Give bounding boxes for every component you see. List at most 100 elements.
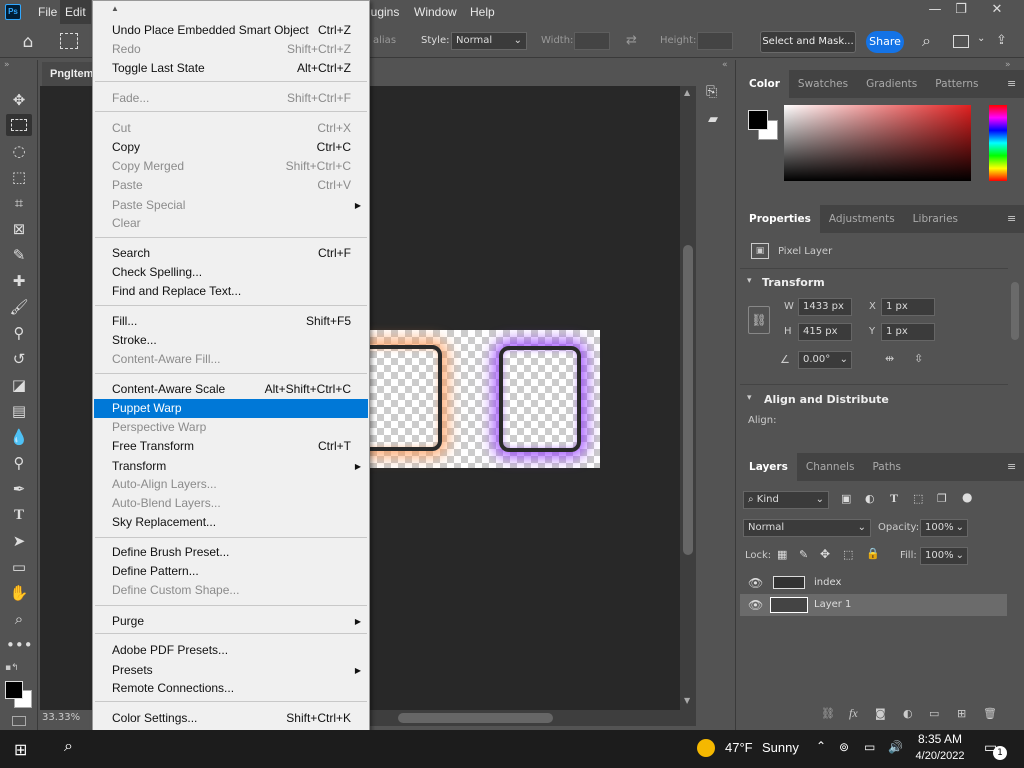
menu-item-content-aware-scale[interactable]: Content-Aware Scale Alt+Shift+Ctrl+C — [94, 380, 368, 399]
menu-item-check-spelling[interactable]: Check Spelling... — [94, 263, 368, 282]
menu-item-fade[interactable]: Fade... Shift+Ctrl+F — [94, 89, 368, 108]
menu-item-define-brush-preset[interactable]: Define Brush Preset... — [94, 543, 368, 562]
x-field[interactable]: 1 px — [881, 298, 935, 316]
menu-item-clear[interactable]: Clear — [94, 214, 368, 233]
tab-adjustments[interactable]: Adjustments — [820, 205, 904, 233]
windows-start-icon[interactable]: ⊞ — [14, 740, 27, 760]
type-tool-icon[interactable]: T — [6, 504, 32, 526]
vertical-scroll-thumb[interactable] — [683, 245, 693, 555]
path-selection-tool-icon[interactable]: ➤ — [6, 530, 32, 552]
eraser-tool-icon[interactable]: ◪ — [6, 374, 32, 396]
weather-temperature[interactable]: 47°F — [725, 740, 753, 755]
tab-properties[interactable]: Properties — [740, 205, 820, 233]
dodge-tool-icon[interactable]: ⚲ — [6, 452, 32, 474]
link-layers-icon[interactable]: ⛓ — [821, 707, 835, 720]
menu-item-paste-special[interactable]: Paste Special ▶ — [94, 196, 368, 215]
weather-description[interactable]: Sunny — [762, 740, 799, 755]
menu-item-free-transform[interactable]: Free Transform Ctrl+T — [94, 437, 368, 456]
properties-menu-icon[interactable]: ≡ — [1007, 212, 1016, 225]
menu-item-search[interactable]: Search Ctrl+F — [94, 244, 368, 263]
marquee-preset-icon[interactable] — [60, 33, 78, 49]
select-and-mask-button[interactable]: Select and Mask... — [760, 31, 856, 53]
workspace-chevron-icon[interactable]: ⌄ — [977, 33, 985, 44]
hue-slider[interactable] — [989, 105, 1007, 181]
filter-type-icon[interactable]: T — [890, 491, 898, 506]
blend-mode-select[interactable]: Normal ⌄ — [743, 519, 871, 537]
chevron-down-icon[interactable]: ▾ — [747, 276, 752, 286]
collapse-strip-icon[interactable]: « — [722, 60, 728, 70]
menu-item-content-aware-fill[interactable]: Content-Aware Fill... — [94, 350, 368, 369]
link-icon[interactable]: ⛓ — [748, 306, 770, 334]
marquee-tool-icon[interactable] — [6, 114, 32, 136]
flip-horizontal-icon[interactable]: ⇹ — [885, 352, 894, 365]
clone-stamp-tool-icon[interactable]: ⚲ — [6, 322, 32, 344]
tab-paths[interactable]: Paths — [863, 453, 910, 481]
object-selection-tool-icon[interactable]: ⬚ — [6, 166, 32, 188]
menu-scroll-up-icon[interactable]: ▲ — [111, 4, 119, 13]
chevron-up-icon[interactable]: ⌃ — [816, 739, 826, 753]
lock-all-icon[interactable]: 🔒 — [866, 547, 880, 560]
scroll-up-icon[interactable]: ▲ — [684, 88, 690, 97]
color-picker-field[interactable] — [784, 105, 971, 181]
restore-icon[interactable]: ❐ — [944, 0, 978, 22]
lasso-tool-icon[interactable]: ◌ — [6, 140, 32, 162]
foreground-color-swatch[interactable] — [5, 681, 23, 699]
menu-item-color-settings[interactable]: Color Settings... Shift+Ctrl+K — [94, 709, 368, 728]
menu-item-toggle-last-state[interactable]: Toggle Last State Alt+Ctrl+Z — [94, 59, 368, 78]
pen-tool-icon[interactable]: ✒ — [6, 478, 32, 500]
comments-panel-icon[interactable]: ▰ — [708, 112, 718, 127]
menu-item-find-and-replace-text[interactable]: Find and Replace Text... — [94, 282, 368, 301]
menu-item-define-pattern[interactable]: Define Pattern... — [94, 562, 368, 581]
menu-item-presets[interactable]: Presets ▶ — [94, 661, 368, 680]
menu-item-paste[interactable]: Paste Ctrl+V — [94, 176, 368, 195]
layers-menu-icon[interactable]: ≡ — [1007, 460, 1016, 473]
fx-icon[interactable]: fx — [849, 706, 858, 721]
flip-vertical-icon[interactable]: ⇳ — [914, 352, 923, 365]
tab-gradients[interactable]: Gradients — [857, 70, 926, 98]
menu-edit[interactable]: Edit — [60, 0, 91, 24]
filter-pixel-icon[interactable]: ▣ — [841, 492, 851, 505]
layer-row-index[interactable]: 👁 index — [740, 572, 1007, 594]
menu-item-cut[interactable]: Cut Ctrl+X — [94, 119, 368, 138]
menu-item-fill[interactable]: Fill... Shift+F5 — [94, 312, 368, 331]
menu-item-remote-connections[interactable]: Remote Connections... — [94, 679, 368, 698]
menu-item-puppet-warp[interactable]: Puppet Warp — [94, 399, 368, 418]
eyedropper-tool-icon[interactable]: ✎ — [6, 244, 32, 266]
y-field[interactable]: 1 px — [881, 323, 935, 341]
network-icon[interactable]: ⊚ — [839, 740, 849, 754]
menu-file[interactable]: File — [34, 0, 61, 24]
filter-adjustment-icon[interactable]: ◐ — [865, 492, 875, 505]
crop-tool-icon[interactable]: ⌗ — [6, 192, 32, 214]
tab-patterns[interactable]: Patterns — [926, 70, 987, 98]
filter-shape-icon[interactable]: ⬚ — [913, 492, 923, 505]
share-button[interactable]: Share — [866, 31, 904, 53]
add-mask-icon[interactable]: ◙ — [875, 707, 886, 720]
collapse-panels-icon[interactable]: » — [1005, 60, 1011, 70]
lock-artboard-icon[interactable]: ⬚ — [843, 548, 853, 561]
default-colors-icon[interactable]: ▪↰ — [5, 663, 19, 673]
volume-icon[interactable]: 🔊 — [888, 740, 903, 754]
close-icon[interactable]: ✕ — [980, 0, 1014, 22]
collapse-tools-icon[interactable]: » — [4, 60, 10, 70]
color-panel-menu-icon[interactable]: ≡ — [1007, 77, 1016, 90]
frame-tool-icon[interactable]: ⊠ — [6, 218, 32, 240]
hand-tool-icon[interactable]: ✋ — [6, 582, 32, 604]
search-icon[interactable]: ⌕ — [64, 738, 73, 756]
menu-window[interactable]: Window — [414, 0, 457, 24]
menu-item-perspective-warp[interactable]: Perspective Warp — [94, 418, 368, 437]
eye-icon[interactable]: 👁 — [748, 572, 763, 594]
zoom-tool-icon[interactable]: ⌕ — [6, 608, 32, 630]
height-input[interactable] — [697, 32, 733, 50]
menu-help[interactable]: Help — [470, 0, 495, 24]
height-field[interactable]: 415 px — [798, 323, 852, 341]
menu-item-sky-replacement[interactable]: Sky Replacement... — [94, 513, 368, 532]
menu-item-copy-merged[interactable]: Copy Merged Shift+Ctrl+C — [94, 157, 368, 176]
lock-image-icon[interactable]: ✎ — [799, 548, 808, 561]
menu-item-stroke[interactable]: Stroke... — [94, 331, 368, 350]
display-icon[interactable]: ▭ — [864, 740, 875, 754]
new-group-icon[interactable]: ▭ — [929, 707, 939, 720]
document-tab[interactable]: PngItem — [42, 62, 94, 86]
width-field[interactable]: 1433 px — [798, 298, 852, 316]
workspace-icon[interactable] — [953, 35, 969, 48]
menu-item-auto-blend-layers[interactable]: Auto-Blend Layers... — [94, 494, 368, 513]
